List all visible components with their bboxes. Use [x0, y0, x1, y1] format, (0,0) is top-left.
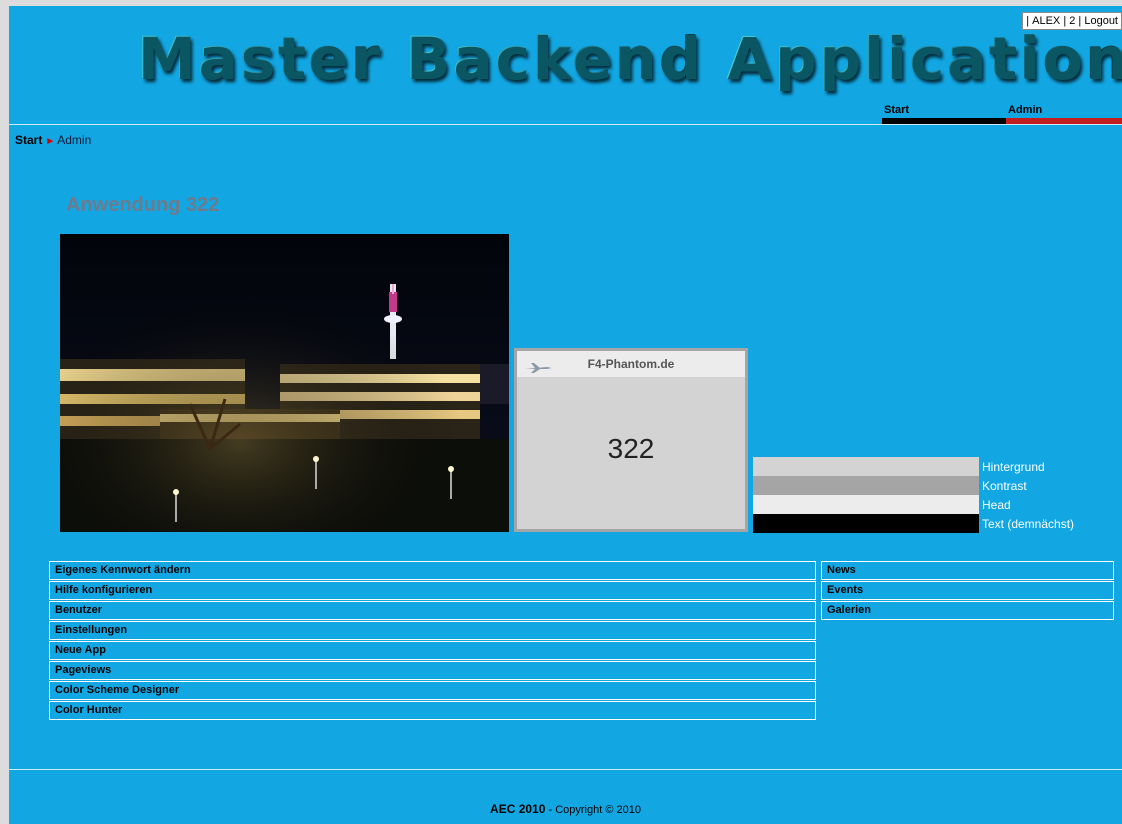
menu-item-news[interactable]: News	[821, 561, 1114, 580]
night-building-image	[60, 234, 509, 532]
swatch-row: Head	[753, 495, 1074, 514]
preview-header: F4-Phantom.de	[517, 351, 745, 377]
jet-icon	[525, 357, 553, 383]
footer-divider	[9, 769, 1122, 770]
color-scheme-legend: Hintergrund Kontrast Head Text (demnächs…	[753, 457, 1074, 533]
swatch-label: Hintergrund	[982, 459, 1045, 474]
breadcrumb: Start ► Admin	[15, 133, 91, 147]
tab-start[interactable]: Start	[882, 104, 1006, 125]
swatch-label: Text (demnächst)	[982, 516, 1075, 531]
content-menu: News Events Galerien	[821, 561, 1114, 621]
menu-item-configure-help[interactable]: Hilfe konfigurieren	[49, 581, 816, 600]
preview-app-number: 322	[607, 433, 655, 464]
page-title: Anwendung 322	[66, 194, 220, 216]
site-logo[interactable]: Master Backend Application	[137, 22, 1122, 94]
arrow-right-icon: ►	[45, 136, 56, 147]
footer-brand: AEC 2010	[490, 802, 546, 816]
menu-item-galleries[interactable]: Galerien	[821, 601, 1114, 620]
menu-item-settings[interactable]: Einstellungen	[49, 621, 816, 640]
swatch-label: Kontrast	[982, 478, 1027, 493]
menu-item-color-scheme-designer[interactable]: Color Scheme Designer	[49, 681, 816, 700]
logo-word: Application	[726, 24, 1122, 92]
logo-word: Backend	[405, 24, 704, 92]
page: | ALEX | 2 | Logout Master Backend Appli…	[9, 6, 1122, 824]
menu-item-users[interactable]: Benutzer	[49, 601, 816, 620]
breadcrumb-start-link[interactable]: Start	[15, 133, 42, 147]
swatch-row: Hintergrund	[753, 457, 1074, 476]
swatch-row: Kontrast	[753, 476, 1074, 495]
color-swatch-contrast	[753, 476, 979, 495]
menu-item-pageviews[interactable]: Pageviews	[49, 661, 816, 680]
admin-menu: Eigenes Kennwort ändern Hilfe konfigurie…	[49, 561, 816, 721]
top-navigation: Start Admin	[882, 104, 1122, 125]
color-swatch-head	[753, 495, 979, 514]
swatch-label: Head	[982, 497, 1011, 512]
menu-item-color-hunter[interactable]: Color Hunter	[49, 701, 816, 720]
breadcrumb-current: Admin	[57, 133, 92, 147]
tab-admin[interactable]: Admin	[1006, 104, 1122, 125]
app-preview: F4-Phantom.de 322	[514, 348, 748, 532]
footer: AEC 2010 - Copyright © 2010	[9, 802, 1122, 816]
app-photo	[60, 234, 509, 532]
logo-word: Master	[137, 24, 383, 92]
menu-item-change-password[interactable]: Eigenes Kennwort ändern	[49, 561, 816, 580]
footer-copyright: - Copyright © 2010	[548, 804, 641, 816]
color-swatch-background	[753, 457, 979, 476]
menu-item-new-app[interactable]: Neue App	[49, 641, 816, 660]
menu-item-events[interactable]: Events	[821, 581, 1114, 600]
swatch-row: Text (demnächst)	[753, 514, 1074, 533]
header-divider	[9, 124, 1122, 125]
preview-site-name: F4-Phantom.de	[587, 357, 675, 371]
color-swatch-text	[753, 514, 979, 533]
